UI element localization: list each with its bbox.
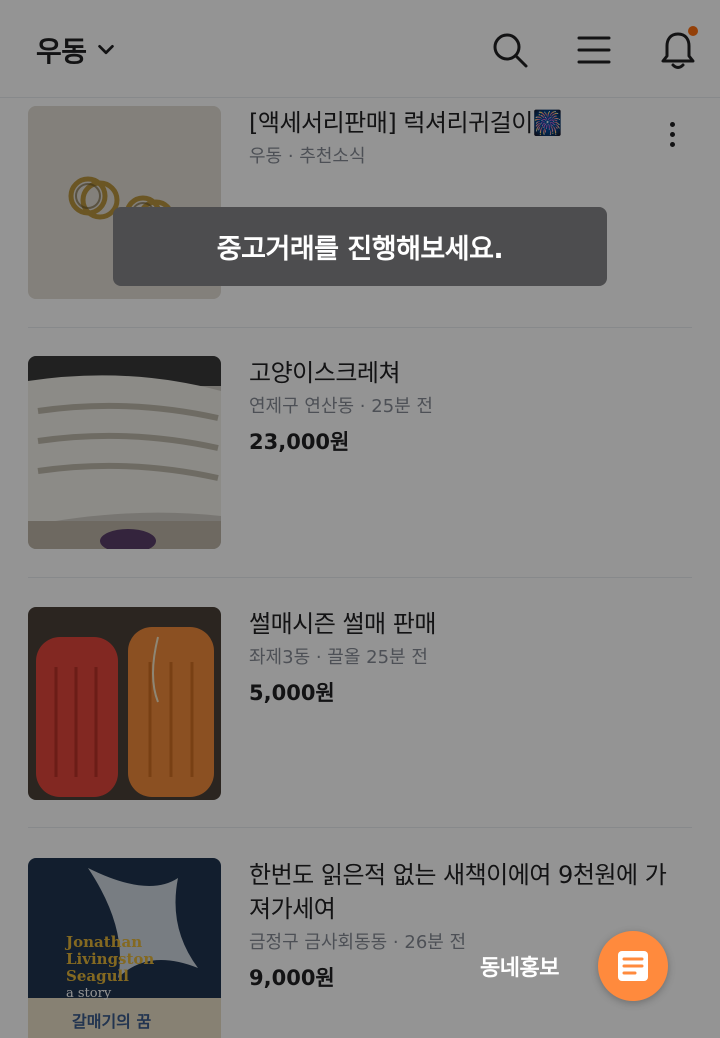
toast-text: 중고거래를 진행해보세요. (216, 234, 504, 265)
neighborhood-promo-button[interactable] (598, 931, 668, 1001)
fab-label: 동네홍보 (480, 956, 559, 981)
app-screen: 우동 [액세서리판매] 럭셔리귀걸이🎆 우동 · 추천소식 고양이스크레쳐 연제… (0, 0, 720, 1038)
dim-overlay[interactable] (0, 0, 720, 1038)
toast-message: 중고거래를 진행해보세요. (113, 207, 607, 286)
document-icon (618, 951, 648, 981)
